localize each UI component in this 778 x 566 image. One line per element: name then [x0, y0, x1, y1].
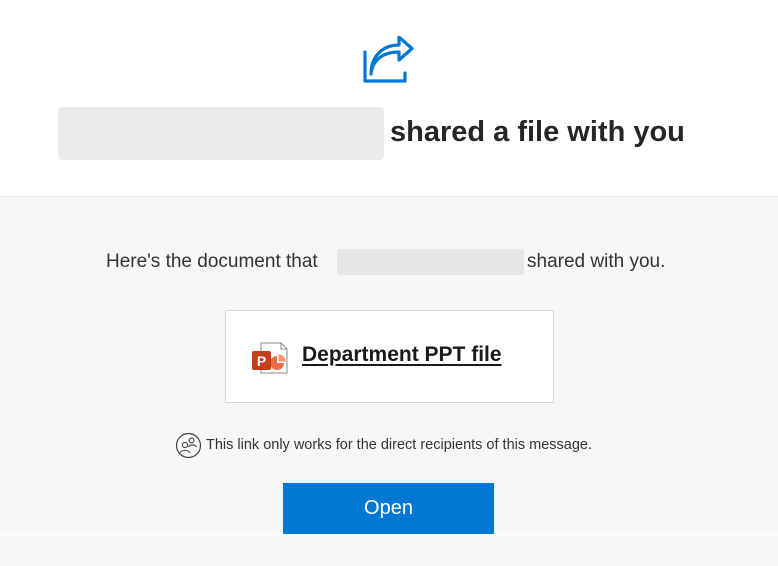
sender-name-redacted	[337, 249, 524, 275]
message-prefix: Here's the document that	[106, 251, 318, 272]
message-suffix: shared with you.	[527, 251, 666, 272]
powerpoint-icon: P	[252, 342, 288, 374]
people-icon	[175, 432, 202, 459]
headline-text: shared a file with you	[390, 116, 685, 148]
notice-text: This link only works for the direct reci…	[206, 437, 593, 453]
file-name-link[interactable]: Department PPT file	[302, 343, 502, 367]
email-header: shared a file with you	[0, 0, 778, 197]
file-card[interactable]: P Department PPT file	[225, 310, 554, 403]
share-arrow-icon	[363, 36, 414, 83]
svg-text:P: P	[257, 353, 266, 369]
share-email-page: shared a file with you Here's the docume…	[0, 0, 778, 566]
sender-name-redacted	[58, 107, 384, 160]
divider	[0, 534, 778, 535]
open-button[interactable]: Open	[283, 483, 494, 534]
